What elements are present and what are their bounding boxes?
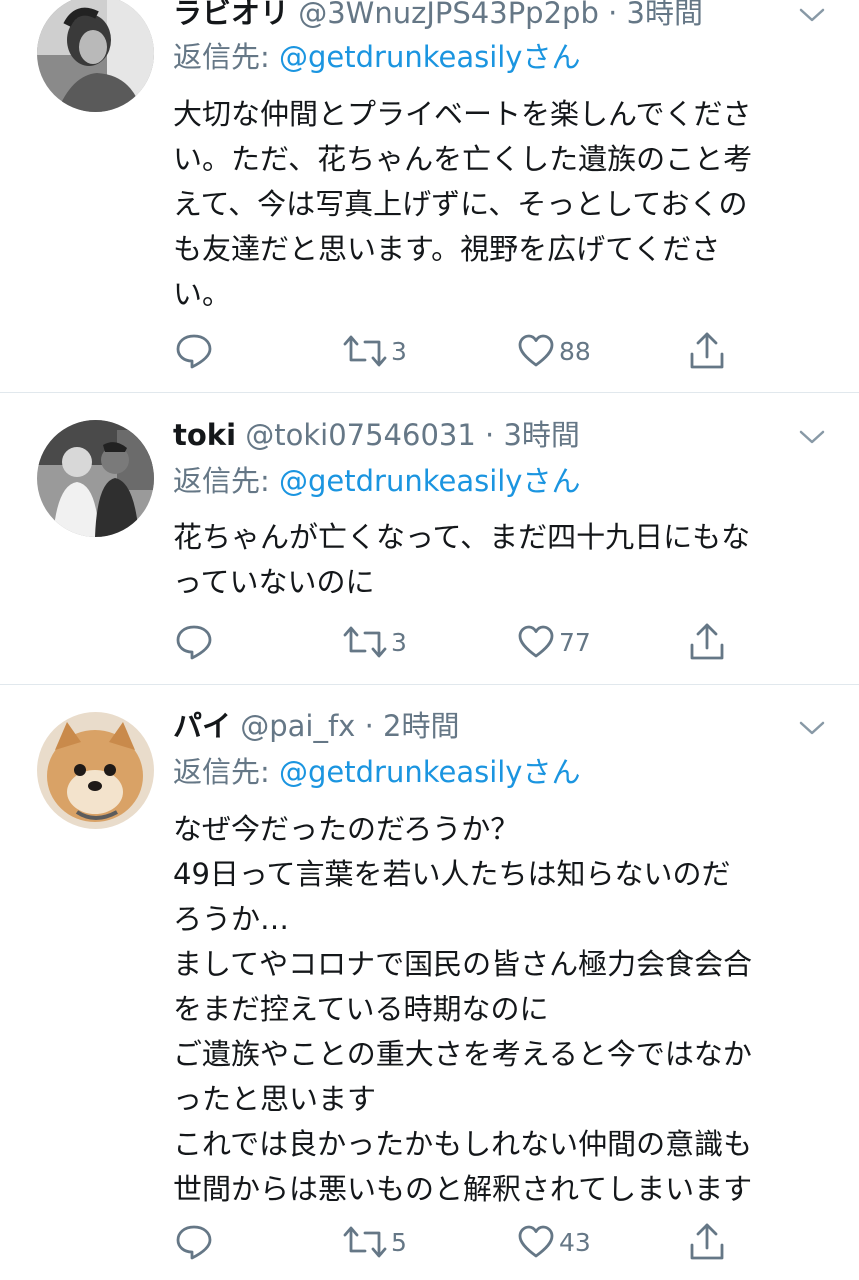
retweet-button[interactable]: 3 (343, 331, 407, 371)
share-icon (690, 623, 724, 660)
tweet-text-line: 大切な仲間とプライベートを楽しんでくださ (173, 97, 752, 131)
retweet-button[interactable]: 3 (343, 622, 407, 662)
reply-to-line: 返信先: @getdrunkeasilyさん (173, 752, 581, 792)
timestamp[interactable]: 3時間 (503, 418, 579, 452)
share-button[interactable] (689, 331, 725, 371)
avatar[interactable] (37, 712, 154, 829)
reply-to-label: 返信先: (173, 755, 279, 789)
tweet-text-line: 花ちゃんが亡くなって、まだ四十九日にもな (173, 520, 751, 554)
reply-button[interactable] (175, 622, 213, 662)
tweet-text: 大切な仲間とプライベートを楽しんでくださ い。ただ、花ちゃんを亡くした遺族のこと… (173, 92, 823, 317)
retweet-button[interactable]: 5 (343, 1222, 407, 1262)
reply-to-line: 返信先: @getdrunkeasilyさん (173, 37, 581, 77)
like-button[interactable]: 43 (517, 1222, 591, 1262)
reply-icon (176, 625, 212, 660)
retweet-icon (343, 626, 387, 658)
share-button[interactable] (689, 622, 725, 662)
tweet-text-line: ご遺族やことの重大さを考えると今ではなか (173, 1037, 752, 1071)
reply-icon (176, 1225, 212, 1260)
user-avatar-two-people-icon (37, 420, 154, 537)
tweet-text-line: えて、今は写真上げずに、そっとしておくの (173, 187, 748, 221)
chevron-down-icon[interactable] (797, 5, 827, 25)
reply-to-label: 返信先: (173, 464, 279, 498)
retweet-count: 5 (391, 1227, 407, 1257)
tweet-text-line: ろうか… (173, 902, 290, 936)
chevron-down-icon[interactable] (797, 718, 827, 738)
tweet-text-line: 49日って言葉を若い人たちは知らないのだ (173, 857, 731, 891)
retweet-count: 3 (391, 627, 407, 657)
retweet-icon (343, 335, 387, 367)
share-icon (690, 332, 724, 369)
reply-suffix: さん (522, 755, 581, 789)
user-handle[interactable]: @3WnuzJPS43Pp2pb (298, 0, 599, 30)
separator-dot: · (485, 418, 495, 452)
timestamp[interactable]: 3時間 (627, 0, 703, 30)
tweet-item[interactable]: toki @toki07546031 · 3時間 返信先: @getdrunke… (0, 393, 859, 684)
like-count: 88 (559, 336, 591, 366)
tweet-item[interactable]: ラビオリ @3WnuzJPS43Pp2pb · 3時間 返信先: @getdru… (0, 0, 859, 392)
user-handle[interactable]: @pai_fx (240, 709, 355, 743)
tweet-header: ラビオリ @3WnuzJPS43Pp2pb · 3時間 (173, 0, 769, 33)
tweet-item[interactable]: パイ @pai_fx · 2時間 返信先: @getdrunkeasilyさん … (0, 685, 859, 1280)
heart-icon (518, 625, 554, 658)
separator-dot: · (364, 709, 374, 743)
tweet-text-line: ったと思います (173, 1082, 377, 1116)
tweet-actions: 5 43 (173, 1222, 733, 1262)
like-button[interactable]: 88 (517, 331, 591, 371)
reply-suffix: さん (522, 40, 581, 74)
tweet-header: toki @toki07546031 · 3時間 (173, 415, 769, 455)
tweet-text-line: 世間からは悪いものと解釈されてしまいます (173, 1172, 753, 1206)
avatar[interactable] (37, 0, 154, 112)
retweet-icon (343, 1226, 387, 1258)
user-avatar-person-icon (37, 0, 154, 112)
reply-suffix: さん (522, 464, 581, 498)
tweet-text-line: っていないのに (173, 565, 375, 599)
reply-to-line: 返信先: @getdrunkeasilyさん (173, 461, 581, 501)
like-count: 77 (559, 627, 591, 657)
share-icon (690, 1223, 724, 1260)
tweet-text: なぜ今だったのだろうか？ 49日って言葉を若い人たちは知らないのだ ろうか… ま… (173, 807, 823, 1212)
tweet-actions: 3 77 (173, 622, 733, 662)
like-count: 43 (559, 1227, 591, 1257)
tweet-text-line: これでは良かったかもしれない仲間の意識も (173, 1127, 753, 1161)
reply-icon (176, 334, 212, 369)
reply-button[interactable] (175, 1222, 213, 1262)
tweet-text: 花ちゃんが亡くなって、まだ四十九日にもな っていないのに (173, 515, 823, 605)
retweet-count: 3 (391, 336, 407, 366)
timestamp[interactable]: 2時間 (383, 709, 459, 743)
share-button[interactable] (689, 1222, 725, 1262)
tweet-actions: 3 88 (173, 331, 733, 371)
heart-icon (518, 334, 554, 367)
tweet-text-line: なぜ今だったのだろうか？ (173, 812, 520, 846)
tweet-text-line: い。 (173, 277, 232, 311)
chevron-down-icon[interactable] (797, 427, 827, 447)
separator-dot: · (608, 0, 618, 30)
tweet-text-line: い。ただ、花ちゃんを亡くした遺族のこと考 (173, 142, 753, 176)
display-name[interactable]: ラビオリ (173, 0, 289, 30)
tweet-text-line: をまだ控えている時期なのに (173, 992, 549, 1026)
reply-mention-link[interactable]: @getdrunkeasily (279, 464, 522, 498)
display-name[interactable]: toki (173, 418, 236, 452)
tweet-text-line: も友達だと思います。視野を広げてくださ (173, 232, 721, 266)
tweet-header: パイ @pai_fx · 2時間 (173, 706, 769, 746)
user-handle[interactable]: @toki07546031 (245, 418, 476, 452)
reply-button[interactable] (175, 331, 213, 371)
reply-mention-link[interactable]: @getdrunkeasily (279, 755, 522, 789)
heart-icon (518, 1225, 554, 1258)
reply-mention-link[interactable]: @getdrunkeasily (279, 40, 522, 74)
like-button[interactable]: 77 (517, 622, 591, 662)
tweet-text-line: ましてやコロナで国民の皆さん極力会食会合 (173, 947, 753, 981)
reply-to-label: 返信先: (173, 40, 279, 74)
avatar[interactable] (37, 420, 154, 537)
user-avatar-dog-icon (37, 712, 154, 829)
display-name[interactable]: パイ (173, 709, 231, 743)
